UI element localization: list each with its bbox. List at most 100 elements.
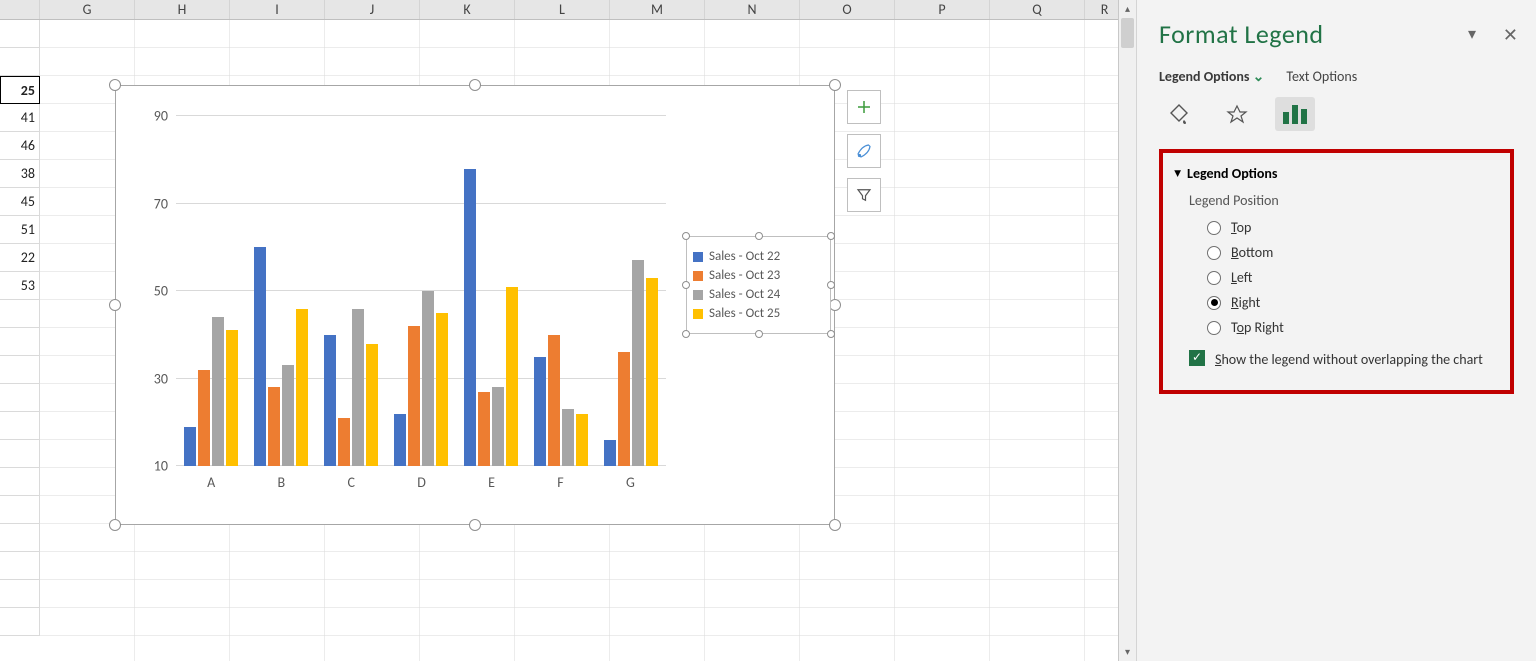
bar-group[interactable]: [534, 335, 588, 466]
bar[interactable]: [394, 414, 406, 467]
cell[interactable]: [0, 384, 40, 412]
bar[interactable]: [464, 169, 476, 467]
tab-text-options[interactable]: Text Options: [1286, 68, 1357, 85]
radio-right[interactable]: Right: [1207, 294, 1498, 311]
bar-group[interactable]: [394, 291, 448, 466]
cell[interactable]: [0, 440, 40, 468]
col-header[interactable]: I: [230, 0, 325, 19]
selection-handle[interactable]: [755, 330, 763, 338]
bar[interactable]: [254, 247, 266, 466]
chart-plot-area[interactable]: 10 30 50 70 90: [176, 116, 666, 466]
cell[interactable]: 53: [0, 272, 40, 300]
selection-handle[interactable]: [827, 330, 835, 338]
selection-handle[interactable]: [829, 519, 841, 531]
effects-icon[interactable]: [1217, 97, 1257, 131]
cell[interactable]: [0, 496, 40, 524]
selection-handle[interactable]: [755, 232, 763, 240]
selection-handle[interactable]: [682, 330, 690, 338]
bar[interactable]: [226, 330, 238, 466]
cell[interactable]: 22: [0, 244, 40, 272]
bar[interactable]: [548, 335, 560, 466]
scroll-down-icon[interactable]: ▾: [1119, 643, 1136, 661]
chart-legend[interactable]: Sales - Oct 22 Sales - Oct 23 Sales - Oc…: [686, 236, 831, 334]
pane-options-dropdown-icon[interactable]: ▾: [1468, 24, 1476, 44]
bar[interactable]: [478, 392, 490, 466]
selection-handle[interactable]: [829, 79, 841, 91]
selection-handle[interactable]: [109, 79, 121, 91]
col-header[interactable]: J: [325, 0, 420, 19]
cell[interactable]: 25: [0, 76, 40, 104]
bar[interactable]: [604, 440, 616, 466]
bar[interactable]: [296, 309, 308, 467]
bar[interactable]: [282, 365, 294, 466]
chart-object[interactable]: 10 30 50 70 90 ABCDEFG Sales - Oct 22 Sa…: [115, 85, 835, 525]
bar[interactable]: [618, 352, 630, 466]
col-header[interactable]: M: [610, 0, 705, 19]
selection-handle[interactable]: [827, 232, 835, 240]
selection-handle[interactable]: [109, 519, 121, 531]
bar[interactable]: [408, 326, 420, 466]
col-header[interactable]: K: [420, 0, 515, 19]
cell[interactable]: 41: [0, 104, 40, 132]
scroll-up-icon[interactable]: ▴: [1119, 0, 1136, 18]
spreadsheet[interactable]: G H I J K L M N O P Q R 25 41 46 38 45 5…: [0, 0, 1136, 661]
selection-handle[interactable]: [109, 299, 121, 311]
chart-filter-button[interactable]: [847, 178, 881, 212]
col-header[interactable]: N: [705, 0, 800, 19]
bar[interactable]: [492, 387, 504, 466]
bar[interactable]: [506, 287, 518, 466]
scroll-thumb[interactable]: [1121, 18, 1134, 48]
cell[interactable]: [0, 300, 40, 328]
col-header[interactable]: Q: [990, 0, 1085, 19]
radio-top-right[interactable]: Top Right: [1207, 319, 1498, 336]
bar[interactable]: [352, 309, 364, 467]
bar[interactable]: [268, 387, 280, 466]
bar[interactable]: [436, 313, 448, 466]
cell[interactable]: [0, 468, 40, 496]
col-header[interactable]: P: [895, 0, 990, 19]
bar-group[interactable]: [604, 260, 658, 466]
cell[interactable]: [0, 20, 40, 48]
bar[interactable]: [212, 317, 224, 466]
bar-group[interactable]: [324, 309, 378, 467]
vertical-scrollbar[interactable]: ▴ ▾: [1118, 0, 1136, 661]
col-header[interactable]: O: [800, 0, 895, 19]
cell[interactable]: [0, 580, 40, 608]
bar[interactable]: [184, 427, 196, 466]
fill-line-icon[interactable]: [1159, 97, 1199, 131]
bar[interactable]: [198, 370, 210, 466]
checkbox-no-overlap[interactable]: ✓ Show the legend without overlapping th…: [1189, 350, 1498, 370]
col-header[interactable]: H: [135, 0, 230, 19]
bar[interactable]: [632, 260, 644, 466]
selection-handle[interactable]: [682, 281, 690, 289]
bar[interactable]: [422, 291, 434, 466]
bar[interactable]: [338, 418, 350, 466]
bar[interactable]: [366, 344, 378, 467]
cell[interactable]: 51: [0, 216, 40, 244]
cell[interactable]: 45: [0, 188, 40, 216]
cell[interactable]: [0, 412, 40, 440]
legend-options-icon[interactable]: [1275, 97, 1315, 131]
bar[interactable]: [534, 357, 546, 466]
bar-group[interactable]: [254, 247, 308, 466]
cell[interactable]: 38: [0, 160, 40, 188]
col-header[interactable]: L: [515, 0, 610, 19]
col-header[interactable]: G: [40, 0, 135, 19]
selection-handle[interactable]: [682, 232, 690, 240]
cell[interactable]: [0, 608, 40, 636]
radio-top[interactable]: Top: [1207, 219, 1498, 236]
chart-elements-button[interactable]: [847, 90, 881, 124]
bar[interactable]: [646, 278, 658, 466]
cell[interactable]: 46: [0, 132, 40, 160]
bar-group[interactable]: [184, 317, 238, 466]
cell[interactable]: [0, 524, 40, 552]
chart-styles-button[interactable]: [847, 134, 881, 168]
bar-group[interactable]: [464, 169, 518, 467]
tab-legend-options[interactable]: Legend Options ⌄: [1159, 68, 1264, 85]
cell[interactable]: [0, 552, 40, 580]
selection-handle[interactable]: [827, 281, 835, 289]
radio-left[interactable]: Left: [1207, 269, 1498, 286]
close-icon[interactable]: ✕: [1503, 24, 1518, 46]
bar[interactable]: [562, 409, 574, 466]
selection-handle[interactable]: [469, 519, 481, 531]
